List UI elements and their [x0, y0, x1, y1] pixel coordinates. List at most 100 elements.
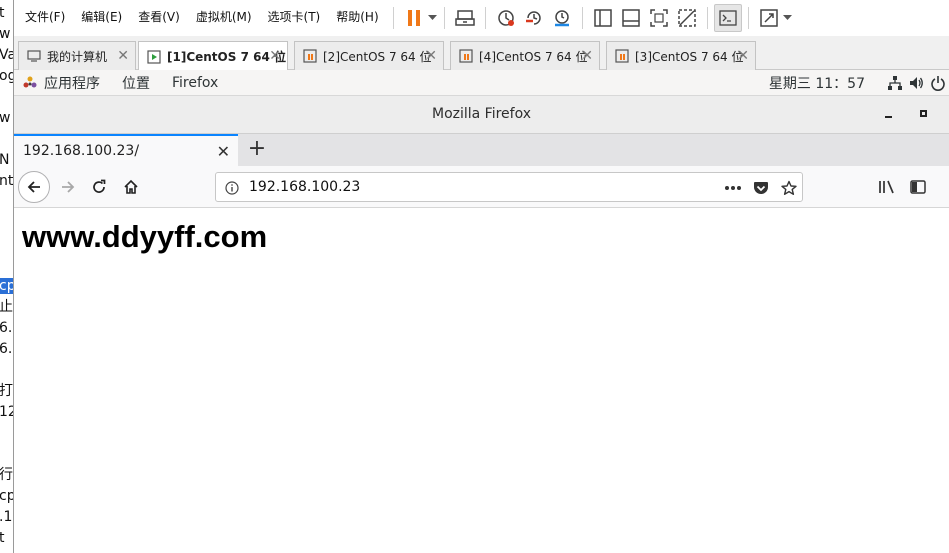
vm-tab-bar: 我的计算机 ✕ [1]CentOS 7 64 位 ✕ [2]CentOS 7 6… — [14, 36, 949, 71]
tab-centos-3[interactable]: [3]CentOS 7 64 位 ✕ — [606, 41, 756, 70]
console-view-icon[interactable] — [617, 4, 645, 32]
tab-centos-2[interactable]: [2]CentOS 7 64 位 ✕ — [294, 41, 444, 70]
browser-tab[interactable]: 192.168.100.23/ ✕ — [14, 134, 238, 166]
home-button[interactable] — [117, 173, 145, 201]
background-text: nt — [0, 173, 14, 189]
toolbar-separator — [581, 7, 583, 29]
toolbar-separator — [747, 7, 749, 29]
page-heading: www.ddyyff.com — [22, 219, 268, 254]
background-text: 12 — [0, 404, 13, 420]
computer-icon — [27, 50, 41, 62]
revert-snapshot-icon[interactable] — [520, 4, 548, 32]
new-tab-button[interactable]: + — [244, 137, 270, 163]
background-text: 止 — [0, 299, 13, 315]
library-button[interactable] — [873, 173, 901, 201]
vm-paused-icon — [459, 49, 473, 63]
tab-centos-4[interactable]: [4]CentOS 7 64 位 ✕ — [450, 41, 600, 70]
background-text: 6. — [0, 341, 13, 357]
gnome-apps-icon — [22, 75, 38, 91]
menu-edit[interactable]: 编辑(E) — [73, 0, 130, 36]
home-icon — [124, 179, 138, 194]
tab-centos-1[interactable]: [1]CentOS 7 64 位 ✕ — [138, 41, 288, 71]
background-text: cp — [0, 488, 13, 504]
send-keys-icon[interactable] — [451, 4, 479, 32]
info-icon[interactable] — [222, 178, 242, 198]
active-app-name[interactable]: Firefox — [161, 75, 229, 91]
tab-my-computer[interactable]: 我的计算机 ✕ — [18, 41, 136, 70]
toolbar-separator — [392, 7, 394, 29]
tab-title: 192.168.100.23/ — [23, 143, 140, 159]
background-text: t — [0, 5, 5, 21]
close-icon[interactable]: ✕ — [269, 48, 281, 64]
snapshot-icon[interactable] — [492, 4, 520, 32]
pause-dropdown-icon[interactable] — [428, 4, 438, 32]
tab-label: [2]CentOS 7 64 位 — [323, 49, 432, 64]
close-tab-icon[interactable]: ✕ — [217, 142, 230, 161]
background-text: t — [0, 530, 5, 546]
firefox-navigation-bar: 192.168.100.23 — [14, 166, 949, 208]
background-text: Va — [0, 47, 13, 63]
menu-places[interactable]: 位置 — [111, 73, 161, 93]
toolbar-separator — [484, 7, 486, 29]
pause-icon[interactable] — [400, 4, 428, 32]
vm-paused-icon — [303, 49, 317, 63]
fullscreen-icon[interactable] — [645, 4, 673, 32]
vmware-menubar: 文件(F) 编辑(E) 查看(V) 虚拟机(M) 选项卡(T) 帮助(H) — [14, 0, 949, 36]
power-icon[interactable] — [927, 75, 949, 91]
background-text: og — [0, 68, 13, 84]
menu-applications[interactable]: 应用程序 — [38, 73, 111, 93]
forward-arrow-icon — [62, 181, 75, 193]
menu-help[interactable]: 帮助(H) — [328, 0, 386, 36]
tab-label: [4]CentOS 7 64 位 — [479, 49, 588, 64]
pocket-icon[interactable] — [751, 178, 771, 198]
menu-tabs[interactable]: 选项卡(T) — [260, 0, 329, 36]
network-icon[interactable] — [885, 75, 905, 91]
back-arrow-icon — [27, 181, 40, 193]
stretch-dropdown-icon[interactable] — [783, 4, 793, 32]
reload-icon — [93, 179, 106, 193]
clock[interactable]: 星期三 11：57 — [769, 73, 865, 93]
url-bar[interactable]: 192.168.100.23 — [215, 172, 803, 202]
vm-paused-icon — [615, 49, 629, 63]
back-button[interactable] — [18, 171, 50, 203]
tab-label: [1]CentOS 7 64 位 — [167, 50, 286, 64]
library-icon — [879, 180, 894, 194]
volume-icon[interactable] — [905, 75, 927, 91]
close-icon[interactable]: ✕ — [737, 48, 749, 64]
background-text: 打 — [0, 383, 13, 399]
unity-icon[interactable] — [673, 4, 701, 32]
web-page-content: www.ddyyff.com — [14, 208, 949, 553]
toolbar-separator — [443, 7, 445, 29]
bookmark-star-icon[interactable] — [779, 178, 799, 198]
tab-label: 我的计算机 — [47, 49, 108, 64]
sidebars-button[interactable] — [904, 173, 932, 201]
background-window-edge: t w Va og w N nt cp 止 6. 6. 打 12 行 cp .1… — [0, 0, 14, 553]
gnome-top-bar: 应用程序 位置 Firefox 星期三 11：57 — [14, 70, 949, 96]
background-text: N — [0, 152, 10, 168]
menu-file[interactable]: 文件(F) — [17, 0, 73, 36]
snapshot-manager-icon[interactable] — [548, 4, 576, 32]
sidebar-icon — [910, 180, 926, 194]
minimize-button[interactable] — [880, 105, 898, 123]
sidebar-view-icon[interactable] — [589, 4, 617, 32]
close-icon[interactable]: ✕ — [117, 48, 129, 64]
page-actions-icon[interactable] — [723, 178, 743, 198]
window-title: Mozilla Firefox — [431, 106, 532, 122]
vm-running-icon — [147, 49, 161, 64]
maximize-button[interactable] — [915, 105, 933, 123]
menu-vm[interactable]: 虚拟机(M) — [188, 0, 260, 36]
menu-view[interactable]: 查看(V) — [130, 0, 188, 36]
background-text: .1 — [0, 509, 13, 525]
close-icon[interactable]: ✕ — [581, 48, 593, 64]
terminal-icon[interactable] — [713, 4, 742, 32]
close-icon[interactable]: ✕ — [425, 48, 437, 64]
background-text-selected: cp — [0, 278, 13, 294]
url-text[interactable]: 192.168.100.23 — [249, 179, 360, 195]
stretch-icon[interactable] — [755, 4, 783, 32]
tab-label: [3]CentOS 7 64 位 — [635, 49, 744, 64]
firefox-window-titlebar: Mozilla Firefox — [14, 96, 949, 134]
background-text: w — [0, 110, 11, 126]
forward-button[interactable] — [54, 173, 82, 201]
background-text: 行 — [0, 467, 13, 483]
reload-button[interactable] — [85, 173, 113, 201]
